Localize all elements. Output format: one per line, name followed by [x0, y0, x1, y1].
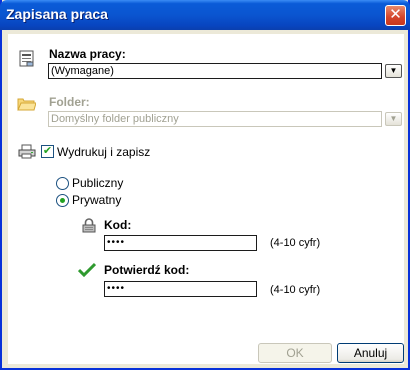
title-bar[interactable]: Zapisana praca ✕ — [0, 0, 410, 30]
print-and-save-checkbox[interactable]: ✔ — [41, 145, 54, 158]
dialog-window: Zapisana praca ✕ Nazwa pracy: (Wymagane)… — [0, 0, 410, 370]
folder-input: Domyślny folder publiczny — [48, 111, 382, 127]
code-input[interactable]: •••• — [104, 235, 257, 251]
dialog-content: Nazwa pracy: (Wymagane) ▼ Folder: Domyśl… — [8, 34, 404, 364]
chevron-down-icon: ▼ — [389, 114, 398, 123]
checkmark-icon — [78, 262, 96, 277]
confirm-code-label: Potwierdź kod: — [104, 263, 190, 277]
radio-public[interactable] — [56, 177, 69, 190]
chevron-down-icon: ▼ — [389, 66, 398, 75]
radio-public-label[interactable]: Publiczny — [72, 176, 123, 190]
confirm-code-input[interactable]: •••• — [104, 281, 257, 297]
window-title: Zapisana praca — [6, 6, 108, 22]
close-icon: ✕ — [389, 6, 402, 23]
checkmark-icon: ✔ — [42, 145, 53, 157]
close-button[interactable]: ✕ — [385, 5, 406, 26]
code-label: Kod: — [104, 218, 132, 232]
lock-icon — [82, 218, 96, 233]
code-hint: (4-10 cyfr) — [270, 237, 321, 249]
job-name-label: Nazwa pracy: — [49, 47, 126, 61]
document-icon — [19, 50, 34, 67]
radio-selected-dot — [60, 198, 65, 203]
print-and-save-label[interactable]: Wydrukuj i zapisz — [57, 145, 150, 159]
radio-private-label[interactable]: Prywatny — [72, 193, 121, 207]
confirm-code-hint: (4-10 cyfr) — [270, 284, 321, 296]
radio-private[interactable] — [56, 194, 69, 207]
ok-button[interactable]: OK — [258, 343, 332, 363]
job-name-input[interactable]: (Wymagane) — [48, 63, 382, 79]
cancel-button[interactable]: Anuluj — [337, 343, 404, 363]
printer-icon — [18, 144, 36, 159]
job-name-dropdown-button[interactable]: ▼ — [385, 64, 402, 78]
folder-icon — [17, 98, 36, 111]
folder-label: Folder: — [49, 95, 90, 109]
folder-dropdown-button: ▼ — [385, 112, 402, 126]
